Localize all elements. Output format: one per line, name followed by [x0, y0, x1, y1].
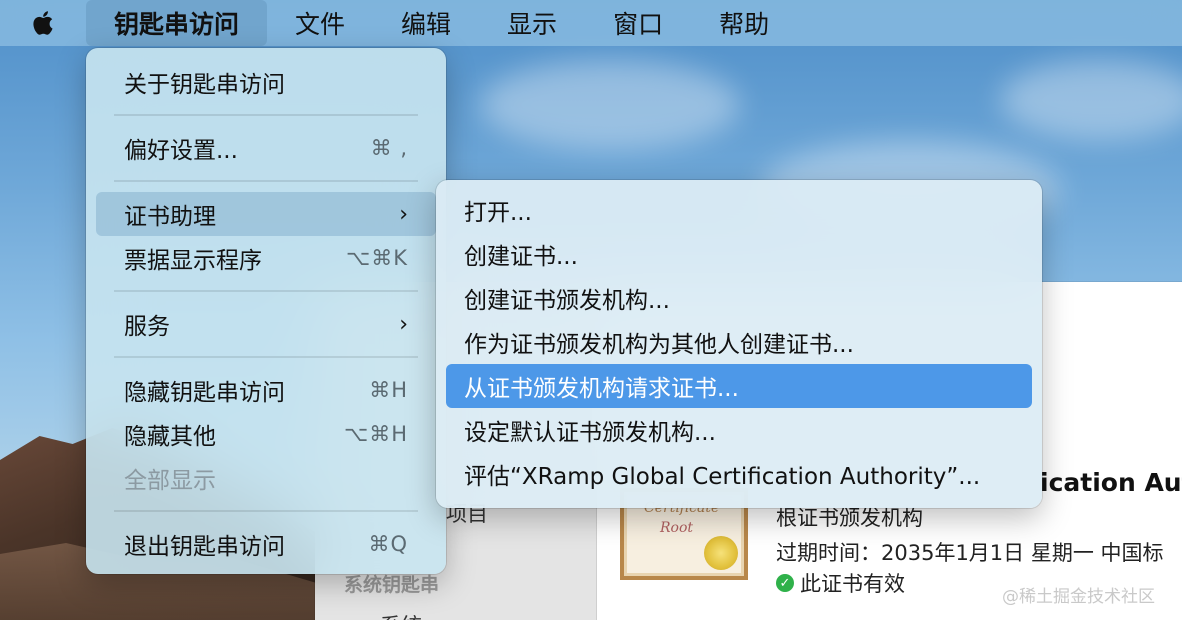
- certificate-status: ✓ 此证书有效: [776, 568, 905, 598]
- submenu-item-create-ca[interactable]: 创建证书颁发机构...: [446, 276, 1032, 320]
- submenu-item-evaluate[interactable]: 评估“XRamp Global Certification Authority”…: [446, 452, 1032, 496]
- watermark: @稀土掘金技术社区: [1002, 587, 1155, 607]
- menu-item-ticket-viewer[interactable]: 票据显示程序 ⌥⌘K: [96, 236, 436, 280]
- submenu-item-open[interactable]: 打开...: [446, 188, 1032, 232]
- menubar-keychain-access[interactable]: 钥匙串访问: [86, 0, 268, 46]
- seal-icon: [704, 536, 738, 570]
- certificate-assistant-submenu: 打开... 创建证书... 创建证书颁发机构... 作为证书颁发机构为其他人创建…: [436, 180, 1042, 508]
- certificate-expiry: 过期时间：2035年1月1日 星期一 中国标: [776, 541, 1164, 565]
- certificate-status-text: 此证书有效: [800, 572, 905, 596]
- menu-item-services[interactable]: 服务 ›: [96, 302, 436, 346]
- certificate-icon-root: Root: [660, 520, 694, 536]
- keychain-access-menu: 关于钥匙串访问 偏好设置... ⌘ , 证书助理 › 票据显示程序 ⌥⌘K 服务…: [86, 48, 446, 574]
- submenu-item-evaluate-label: 评估“XRamp Global Certification Authority”…: [464, 464, 981, 490]
- shortcut-preferences: ⌘ ,: [370, 136, 408, 160]
- menu-item-hide-label: 隐藏钥匙串访问: [124, 380, 285, 406]
- menu-item-quit-label: 退出钥匙串访问: [124, 534, 285, 560]
- submenu-item-create-ca-label: 创建证书颁发机构...: [464, 288, 670, 314]
- shortcut-hide-others: ⌥⌘H: [344, 422, 408, 446]
- menu-separator: [114, 356, 418, 358]
- shortcut-quit: ⌘Q: [368, 532, 408, 556]
- menubar-help[interactable]: 帮助: [691, 0, 797, 46]
- menubar-edit[interactable]: 编辑: [373, 0, 479, 46]
- menu-item-ticket-viewer-label: 票据显示程序: [124, 248, 262, 274]
- menu-item-hide-others[interactable]: 隐藏其他 ⌥⌘H: [96, 412, 436, 456]
- submenu-item-request-certificate-label: 从证书颁发机构请求证书...: [464, 376, 739, 402]
- menubar-window[interactable]: 窗口: [585, 0, 691, 46]
- menu-separator: [114, 510, 418, 512]
- certificate-title: ication Auth: [1040, 468, 1182, 497]
- menu-item-show-all: 全部显示: [96, 456, 436, 500]
- cloud: [1000, 60, 1182, 140]
- sidebar-item-system[interactable]: 系统: [380, 610, 422, 620]
- menu-separator: [114, 114, 418, 116]
- submenu-item-open-label: 打开...: [464, 200, 532, 226]
- shortcut-ticket-viewer: ⌥⌘K: [346, 246, 408, 270]
- menu-item-services-label: 服务: [124, 314, 170, 340]
- menu-item-certificate-assistant-label: 证书助理: [124, 204, 216, 230]
- cloud: [480, 60, 740, 150]
- menu-separator: [114, 180, 418, 182]
- submenu-item-create-certificate-label: 创建证书...: [464, 244, 578, 270]
- menu-bar: 钥匙串访问 文件 编辑 显示 窗口 帮助: [0, 0, 1182, 46]
- menu-item-hide[interactable]: 隐藏钥匙串访问 ⌘H: [96, 368, 436, 412]
- apple-menu-icon[interactable]: [0, 0, 86, 46]
- menu-item-certificate-assistant[interactable]: 证书助理 ›: [96, 192, 436, 236]
- submenu-item-create-cert-for-others-label: 作为证书颁发机构为其他人创建证书...: [464, 332, 854, 358]
- submenu-item-create-certificate[interactable]: 创建证书...: [446, 232, 1032, 276]
- checkmark-icon: ✓: [776, 574, 794, 592]
- submenu-item-set-default-ca-label: 设定默认证书颁发机构...: [464, 420, 716, 446]
- submenu-item-request-certificate[interactable]: 从证书颁发机构请求证书...: [446, 364, 1032, 408]
- sidebar-heading-system-keychains: 系统钥匙串: [344, 574, 440, 596]
- shortcut-hide: ⌘H: [369, 378, 408, 402]
- menu-separator: [114, 290, 418, 292]
- menu-item-about-label: 关于钥匙串访问: [124, 72, 285, 98]
- chevron-right-icon: ›: [399, 201, 408, 227]
- menu-item-show-all-label: 全部显示: [124, 468, 216, 494]
- menu-item-preferences-label: 偏好设置...: [124, 138, 238, 164]
- submenu-item-set-default-ca[interactable]: 设定默认证书颁发机构...: [446, 408, 1032, 452]
- menu-item-quit[interactable]: 退出钥匙串访问 ⌘Q: [96, 522, 436, 566]
- menubar-view[interactable]: 显示: [479, 0, 585, 46]
- menu-item-hide-others-label: 隐藏其他: [124, 424, 216, 450]
- menu-item-preferences[interactable]: 偏好设置... ⌘ ,: [96, 126, 436, 170]
- menubar-file[interactable]: 文件: [267, 0, 373, 46]
- menu-item-about[interactable]: 关于钥匙串访问: [96, 60, 436, 104]
- submenu-item-create-cert-for-others[interactable]: 作为证书颁发机构为其他人创建证书...: [446, 320, 1032, 364]
- chevron-right-icon: ›: [399, 311, 408, 337]
